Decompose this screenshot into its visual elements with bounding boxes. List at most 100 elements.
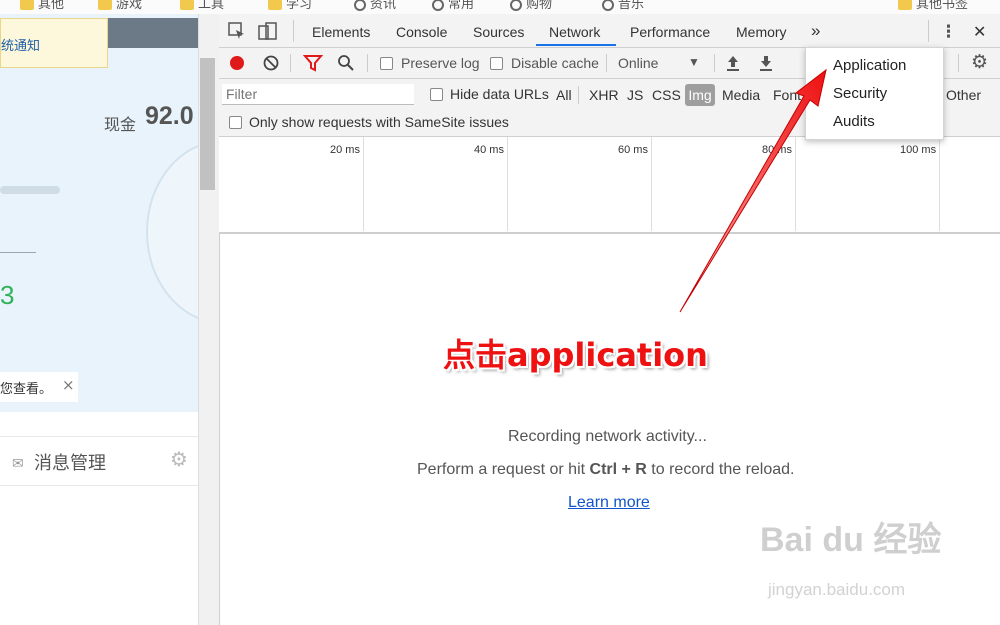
- settings-gear-icon[interactable]: ⚙: [971, 51, 988, 74]
- samesite-label: Only show requests with SameSite issues: [249, 114, 509, 130]
- upload-icon[interactable]: [725, 54, 741, 72]
- divider: [0, 252, 36, 253]
- close-icon[interactable]: ×: [62, 376, 75, 394]
- shortcut-key: Ctrl + R: [589, 461, 647, 478]
- timeline-tick: 40 ms: [474, 144, 504, 156]
- learn-more-link[interactable]: Learn more: [568, 494, 650, 512]
- folder-icon: [898, 0, 912, 11]
- folder-icon: [180, 0, 194, 11]
- bookmark-item[interactable]: 其他: [20, 0, 64, 12]
- bookmark-item[interactable]: 常用: [432, 0, 474, 12]
- timeline-gridline: [363, 137, 364, 231]
- bookmarks-bar: 其他 游戏 工具 学习 资讯 常用 购物 音乐 其他书签: [0, 0, 1000, 15]
- bookmark-item[interactable]: 资讯: [354, 0, 396, 12]
- cash-value: 92.0: [145, 102, 194, 130]
- divider: [928, 20, 929, 42]
- notice-text: 统通知: [1, 39, 41, 54]
- tab-performance[interactable]: Performance: [630, 24, 710, 40]
- divider: [578, 86, 579, 104]
- dropdown-arrow-icon[interactable]: ▼: [688, 55, 700, 69]
- green-value: 3: [0, 280, 15, 310]
- globe-icon: [354, 0, 366, 11]
- message-management-row[interactable]: ✉ 消息管理 ⚙: [0, 436, 200, 486]
- timeline-tick: 100 ms: [900, 144, 937, 156]
- globe-icon: [602, 0, 614, 11]
- progress-pill: [0, 186, 60, 194]
- type-filter-all[interactable]: All: [556, 87, 572, 103]
- globe-icon: [510, 0, 522, 11]
- kebab-menu-icon[interactable]: ⋮: [940, 22, 957, 42]
- bookmark-item[interactable]: 音乐: [602, 0, 644, 12]
- scrollbar-thumb[interactable]: [200, 58, 215, 190]
- active-tab-indicator: [536, 44, 616, 46]
- throttling-select[interactable]: Online: [618, 55, 658, 71]
- system-notice[interactable]: 统通知: [0, 18, 108, 68]
- bookmark-item[interactable]: 游戏: [98, 0, 142, 12]
- download-icon[interactable]: [758, 54, 774, 72]
- tab-memory[interactable]: Memory: [736, 24, 787, 40]
- timeline-tick: 20 ms: [330, 144, 360, 156]
- header-bar: [108, 18, 200, 48]
- disable-cache-checkbox[interactable]: [490, 57, 503, 70]
- bookmark-item[interactable]: 购物: [510, 0, 552, 12]
- bookmark-item[interactable]: 其他书签: [898, 0, 968, 12]
- bookmark-item[interactable]: 工具: [180, 0, 224, 12]
- tip-text: 您查看。: [0, 382, 53, 397]
- type-filter-media[interactable]: Media: [722, 87, 760, 103]
- annotation-label: 点击application: [443, 336, 708, 374]
- preserve-log-label: Preserve log: [401, 55, 480, 71]
- divider: [958, 54, 959, 72]
- type-filter-css[interactable]: CSS: [652, 87, 681, 103]
- device-toolbar-icon[interactable]: [258, 22, 278, 40]
- clear-icon[interactable]: [262, 54, 280, 72]
- type-filter-other[interactable]: Other: [946, 87, 981, 103]
- filter-icon[interactable]: [302, 54, 324, 72]
- inspect-element-icon[interactable]: [228, 22, 246, 40]
- record-button[interactable]: [230, 56, 244, 70]
- timeline-tick: 80 ms: [762, 144, 792, 156]
- tab-sources[interactable]: Sources: [473, 24, 524, 40]
- envelope-icon: ✉: [12, 455, 24, 471]
- menu-item-audits[interactable]: Audits: [833, 113, 875, 130]
- preserve-log-checkbox[interactable]: [380, 57, 393, 70]
- globe-icon: [432, 0, 444, 11]
- timeline-tick: 60 ms: [618, 144, 648, 156]
- watermark-logo: Bai du 经验: [760, 521, 942, 559]
- hide-data-urls-checkbox[interactable]: [430, 88, 443, 101]
- message-label: 消息管理: [34, 453, 106, 474]
- folder-icon: [98, 0, 112, 11]
- more-tabs-button[interactable]: »: [811, 21, 820, 41]
- hint-text: to record the reload.: [646, 461, 795, 478]
- watermark-url: jingyan.baidu.com: [768, 580, 906, 599]
- disable-cache-label: Disable cache: [511, 55, 599, 71]
- recording-status: Recording network activity...: [508, 428, 707, 445]
- hint-text: Perform a request or hit: [417, 461, 590, 478]
- tab-elements[interactable]: Elements: [312, 24, 370, 40]
- timeline-gridline: [507, 137, 508, 231]
- divider: [293, 20, 294, 42]
- folder-icon: [20, 0, 34, 11]
- type-filter-img[interactable]: Img: [685, 84, 715, 106]
- tip-popup: 您查看。 ×: [0, 372, 78, 402]
- bookmark-item[interactable]: 学习: [268, 0, 312, 12]
- cash-label: 现金: [104, 115, 137, 134]
- search-icon[interactable]: [337, 54, 355, 72]
- tab-network[interactable]: Network: [549, 24, 600, 40]
- gear-icon[interactable]: ⚙: [170, 447, 188, 472]
- samesite-checkbox[interactable]: [229, 116, 242, 129]
- timeline-gridline: [795, 137, 796, 231]
- divider: [714, 54, 715, 72]
- filter-input[interactable]: [222, 84, 414, 105]
- reload-hint: Perform a request or hit Ctrl + R to rec…: [417, 461, 795, 479]
- hide-data-urls-label: Hide data URLs: [450, 86, 549, 102]
- menu-item-security[interactable]: Security: [833, 85, 887, 102]
- menu-item-application[interactable]: Application: [833, 57, 906, 74]
- type-filter-js[interactable]: JS: [627, 87, 643, 103]
- timeline-gridline: [939, 137, 940, 231]
- type-filter-font[interactable]: Font: [773, 87, 803, 103]
- divider: [367, 54, 368, 72]
- tab-console[interactable]: Console: [396, 24, 447, 40]
- close-devtools-button[interactable]: ✕: [973, 22, 986, 42]
- divider: [606, 54, 607, 72]
- type-filter-xhr[interactable]: XHR: [589, 87, 619, 103]
